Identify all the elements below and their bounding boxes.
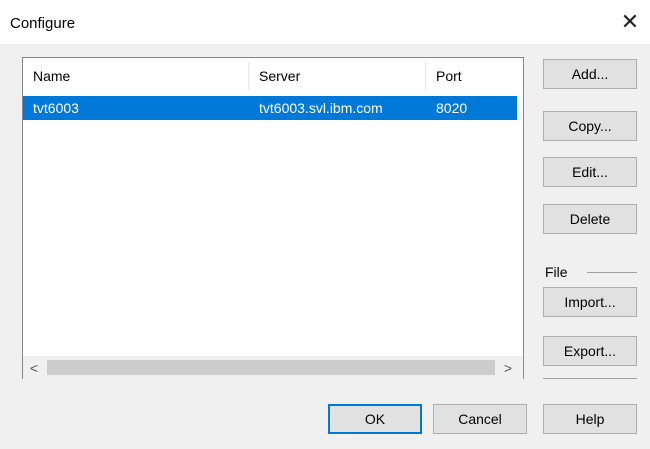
server-list[interactable]: Name Server Port tvt6003 tvt6003.svl.ibm… — [22, 57, 524, 379]
ok-button[interactable]: OK — [328, 404, 422, 434]
column-header-name[interactable]: Name — [23, 58, 248, 93]
cell-port: 8020 — [436, 100, 468, 116]
file-group-divider — [587, 272, 637, 273]
window-title: Configure — [10, 15, 76, 32]
table-row[interactable]: tvt6003 tvt6003.svl.ibm.com 8020 — [23, 96, 517, 120]
divider — [543, 378, 637, 379]
scroll-left-icon[interactable]: < — [23, 357, 45, 379]
copy-button[interactable]: Copy... — [543, 111, 637, 141]
export-button[interactable]: Export... — [543, 336, 637, 366]
close-icon[interactable]: ✕ — [618, 10, 642, 34]
scroll-right-icon[interactable]: > — [497, 357, 519, 379]
delete-button[interactable]: Delete — [543, 204, 637, 234]
import-button[interactable]: Import... — [543, 287, 637, 317]
cell-server: tvt6003.svl.ibm.com — [259, 100, 383, 116]
add-button[interactable]: Add... — [543, 59, 637, 89]
title-bar: Configure ✕ — [0, 0, 650, 44]
cancel-button[interactable]: Cancel — [433, 404, 527, 434]
edit-button[interactable]: Edit... — [543, 157, 637, 187]
help-button[interactable]: Help — [543, 404, 637, 434]
column-header-port[interactable]: Port — [426, 58, 523, 93]
scrollbar-thumb[interactable] — [47, 360, 495, 375]
column-header-server[interactable]: Server — [249, 58, 425, 93]
file-group-label: File — [545, 264, 568, 280]
cell-name: tvt6003 — [33, 100, 79, 116]
list-header: Name Server Port — [23, 58, 523, 93]
horizontal-scrollbar[interactable]: < > — [23, 356, 523, 379]
